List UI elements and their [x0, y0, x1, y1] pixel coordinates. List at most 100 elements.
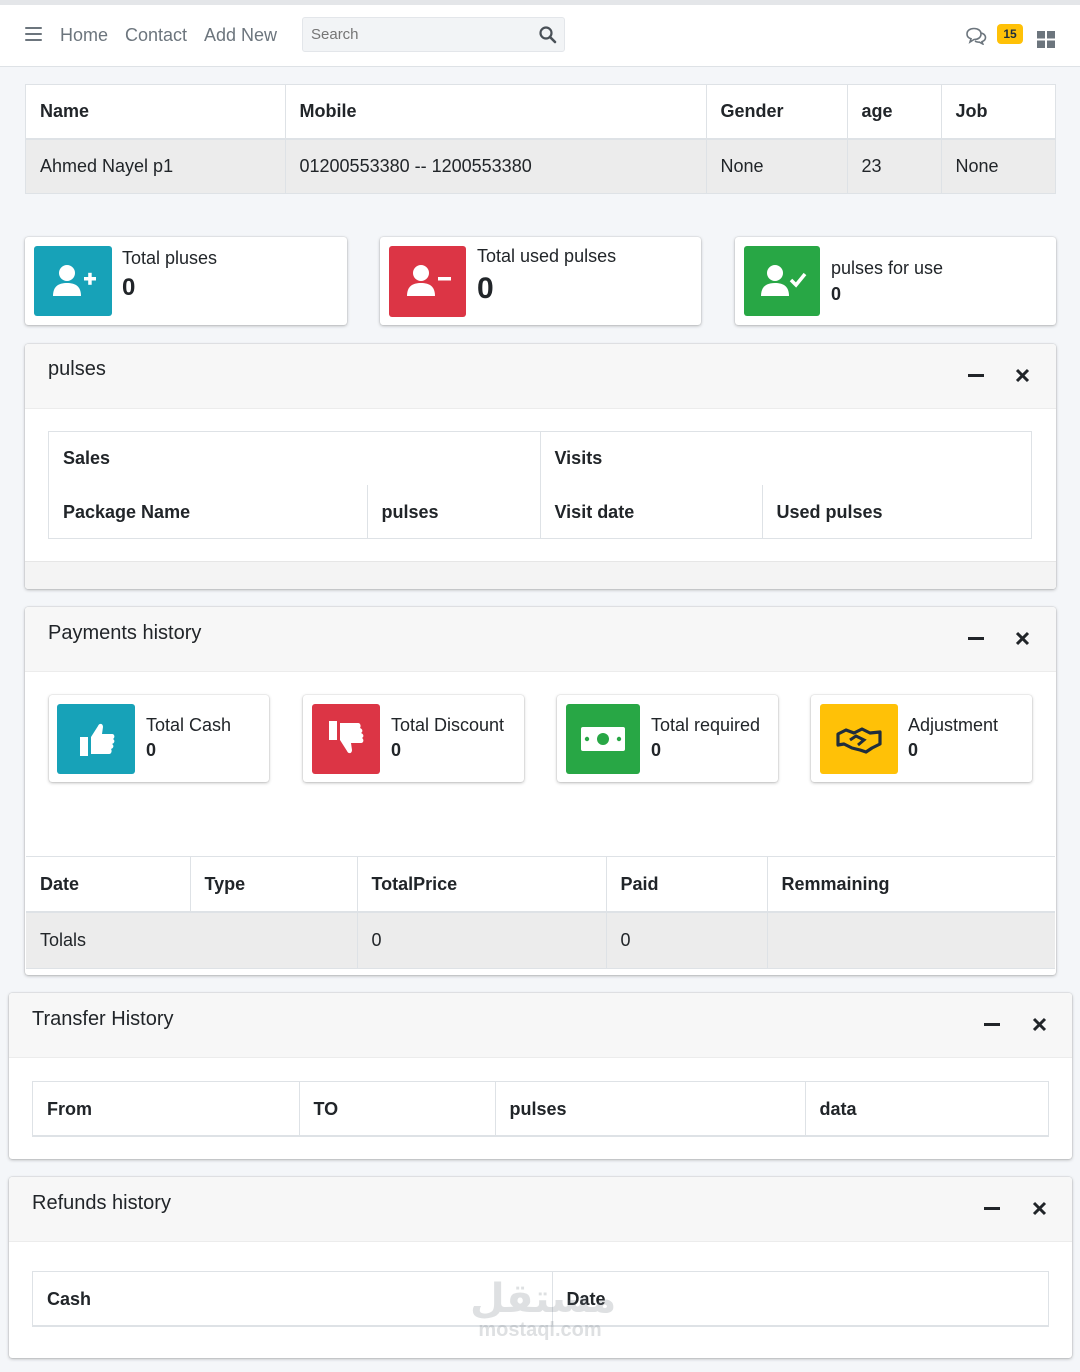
user-plus-icon [34, 246, 112, 316]
table-header-row: Name Mobile Gender age Job [26, 85, 1055, 140]
money-bill-icon [566, 704, 640, 774]
payment-label: Total Discount [391, 715, 505, 735]
payment-box-adjustment: Adjustment 0 [811, 695, 1032, 782]
table-header-row: Date Type TotalPrice Paid Remmaining [26, 857, 1055, 913]
column-header-job: Job [941, 85, 1055, 140]
group-header-sales: Sales [49, 432, 541, 485]
cell-paid: 0 [606, 912, 768, 968]
column-header-used-pulses: Used pulses [776, 501, 883, 522]
column-header-gender: Gender [706, 85, 848, 140]
card-title: pulses [48, 358, 106, 380]
column-header-remaining: Remmaining [767, 857, 1055, 913]
card-footer [25, 561, 1056, 589]
close-icon[interactable] [1011, 363, 1035, 387]
stat-value: 0 [831, 284, 842, 304]
cell-job: None [941, 139, 1055, 193]
refunds-history-card: Refunds history Cash Date [9, 1177, 1072, 1358]
column-header-age: age [847, 85, 942, 140]
grid-apps-icon[interactable] [1037, 31, 1055, 48]
column-header-to: TO [299, 1082, 496, 1136]
cell-totals-label: Tolals [26, 912, 358, 968]
transfer-history-card: Transfer History From TO pulses data [9, 993, 1072, 1159]
close-icon[interactable] [1028, 1012, 1052, 1036]
column-header-pulses: pulses [367, 485, 541, 539]
top-navbar: Home Contact Add New 15 [0, 0, 1080, 67]
thumbs-down-icon [312, 704, 380, 774]
messages-badge: 15 [997, 24, 1023, 44]
column-header-mobile: Mobile [285, 85, 707, 140]
stat-box-pulses-for-use: pulses for use 0 [735, 237, 1056, 325]
payment-label: Total required [651, 715, 761, 735]
payment-label: Total Cash [146, 715, 232, 735]
cell-gender: None [706, 139, 848, 193]
close-icon[interactable] [1011, 626, 1035, 650]
payment-value: 0 [908, 740, 919, 760]
user-check-icon [744, 246, 820, 316]
card-title: Refunds history [32, 1192, 171, 1214]
menu-icon[interactable] [25, 27, 42, 41]
nav-link-add-new[interactable]: Add New [204, 25, 277, 46]
stat-value: 0 [477, 272, 494, 305]
table-header-row: From TO pulses data [33, 1082, 1048, 1136]
column-header-paid: Paid [606, 857, 768, 913]
column-header-date: Date [566, 1288, 606, 1309]
stat-label: Total used pulses [477, 246, 617, 266]
cell-name: Ahmed Nayel p1 [26, 139, 286, 193]
user-minus-icon [389, 246, 466, 317]
payment-value: 0 [651, 740, 662, 760]
card-header: pulses [25, 344, 1056, 409]
customer-info-table: Name Mobile Gender age Job Ahmed Nayel p… [25, 84, 1056, 194]
payment-box-total-cash: Total Cash 0 [49, 695, 269, 782]
comments-icon[interactable] [965, 27, 987, 45]
stat-label: Total pluses [122, 248, 218, 268]
group-header-visits: Visits [554, 448, 603, 468]
column-header-cash: Cash [33, 1272, 553, 1326]
column-header-name: Name [26, 85, 286, 140]
table-row: Tolals 0 0 [26, 912, 1055, 968]
payment-box-total-discount: Total Discount 0 [303, 695, 524, 782]
handshake-icon [820, 704, 898, 774]
thumbs-up-icon [57, 704, 135, 774]
minimize-icon[interactable] [965, 626, 989, 650]
column-header-from: From [33, 1082, 300, 1136]
table-header-row: Package Name pulses Visit date Used puls… [49, 485, 1031, 539]
minimize-icon[interactable] [981, 1012, 1005, 1036]
search-icon[interactable] [538, 25, 558, 45]
pulses-table: Sales Visits Package Name pulses Visit d… [48, 431, 1032, 539]
pulses-card: pulses Sales Visits Package Name pulses … [25, 344, 1056, 589]
column-header-visit-date: Visit date [540, 485, 763, 539]
table-row: Ahmed Nayel p1 01200553380 -- 1200553380… [26, 139, 1055, 193]
column-header-type: Type [190, 857, 358, 913]
nav-link-home[interactable]: Home [60, 25, 108, 46]
payments-history-card: Payments history Total Cash 0 Total Disc… [25, 607, 1056, 975]
minimize-icon[interactable] [965, 363, 989, 387]
payment-value: 0 [146, 740, 157, 760]
payments-table: Date Type TotalPrice Paid Remmaining Tol… [26, 856, 1055, 969]
refunds-table: Cash Date [32, 1271, 1049, 1327]
table-group-header-row: Sales Visits [49, 432, 1031, 485]
column-header-package-name: Package Name [49, 485, 368, 539]
column-header-data: data [819, 1098, 857, 1119]
minimize-icon[interactable] [981, 1196, 1005, 1220]
table-header-row: Cash Date [33, 1272, 1048, 1326]
cell-total-price: 0 [357, 912, 607, 968]
transfer-table: From TO pulses data [32, 1081, 1049, 1137]
column-header-pulses: pulses [495, 1082, 806, 1136]
payment-box-total-required: Total required 0 [557, 695, 778, 782]
stat-value: 0 [122, 274, 136, 301]
card-title: Transfer History [32, 1008, 174, 1030]
cell-mobile: 01200553380 -- 1200553380 [285, 139, 707, 193]
card-title: Payments history [48, 622, 202, 644]
close-icon[interactable] [1028, 1196, 1052, 1220]
search-input[interactable] [303, 18, 531, 51]
card-header: Refunds history [9, 1177, 1072, 1242]
card-header: Transfer History [9, 993, 1072, 1058]
card-header: Payments history [25, 607, 1056, 672]
column-header-total-price: TotalPrice [357, 857, 607, 913]
search-box [302, 17, 565, 52]
stat-box-total-used-pulses: Total used pulses 0 [380, 237, 701, 325]
column-header-date: Date [26, 857, 191, 913]
payment-value: 0 [391, 740, 402, 760]
payment-label: Adjustment [908, 715, 999, 735]
nav-link-contact[interactable]: Contact [125, 25, 187, 46]
